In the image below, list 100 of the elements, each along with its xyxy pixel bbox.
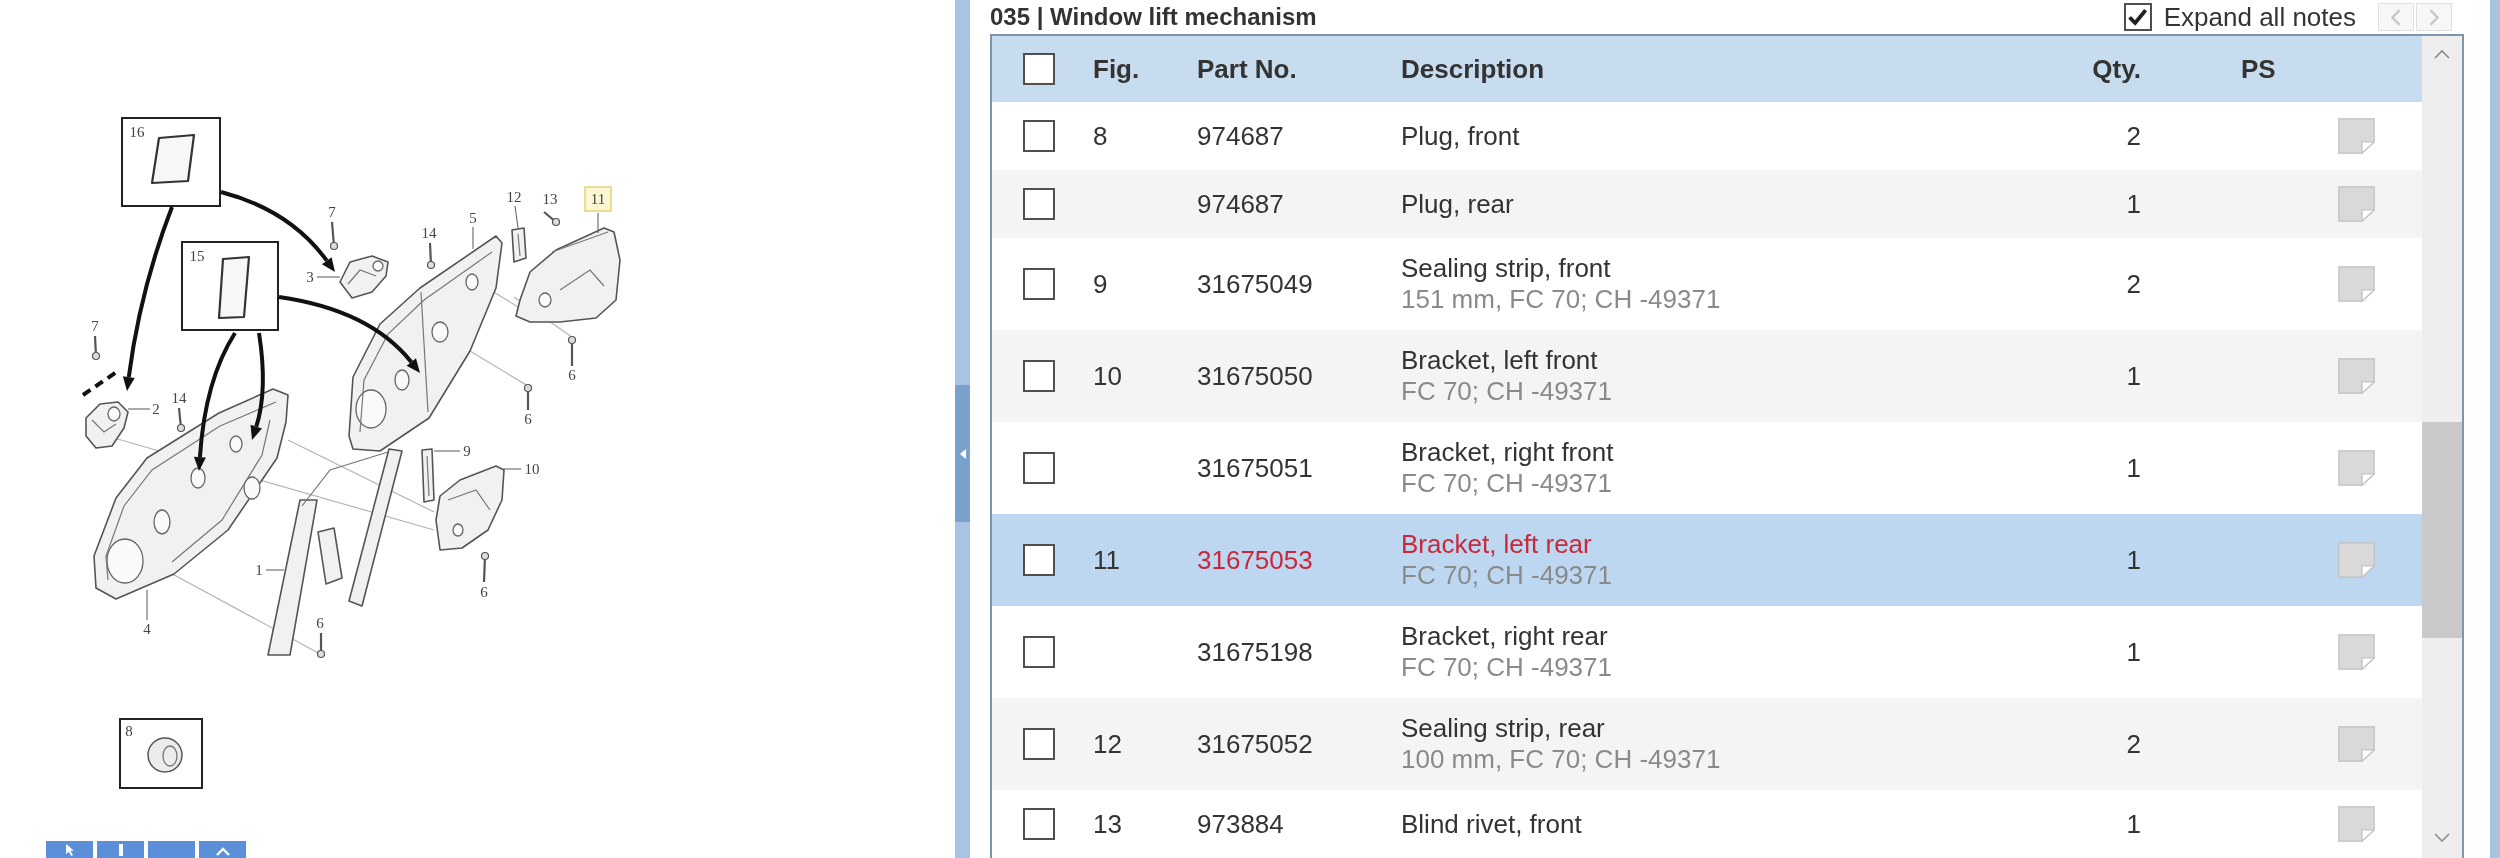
row-checkbox[interactable]: [1023, 636, 1055, 668]
checkmark-icon: [2128, 7, 2148, 27]
bracket: [339, 255, 389, 299]
callout-label: 11: [584, 186, 612, 212]
callout-label: 13: [542, 191, 558, 207]
quantity: 1: [2126, 636, 2141, 668]
part-remark: 100 mm, FC 70; CH -49371: [1401, 744, 1721, 775]
note-icon[interactable]: [2337, 806, 2375, 842]
collapse-handle[interactable]: [955, 385, 970, 522]
sealing-strip: [511, 227, 527, 263]
part-description: Bracket, right rear: [1401, 621, 1608, 652]
part-description: Plug, front: [1401, 120, 1520, 152]
screw: [567, 335, 577, 366]
table-row[interactable]: 11 31675053 Bracket, left rear FC 70; CH -49371 1: [992, 514, 2422, 606]
part-number: 31675052: [1197, 728, 1313, 760]
toolbar-button[interactable]: [199, 841, 246, 858]
table-row[interactable]: 12 31675052 Sealing strip, rear 100 mm, FC 70; CH -49371 2: [992, 698, 2422, 790]
note-icon[interactable]: [2337, 542, 2375, 578]
note-icon[interactable]: [2337, 634, 2375, 670]
row-checkbox[interactable]: [1023, 268, 1055, 300]
row-checkbox[interactable]: [1023, 360, 1055, 392]
chevron-down-icon[interactable]: [2434, 833, 2450, 842]
screw: [329, 221, 339, 251]
part-number: 31675198: [1197, 636, 1313, 668]
glass-pane: [217, 255, 251, 320]
note-icon[interactable]: [2337, 266, 2375, 302]
figure-number: 10: [1093, 360, 1122, 392]
table-row[interactable]: 10 31675050 Bracket, left front FC 70; CH -49371 1: [992, 330, 2422, 422]
leader-line: [502, 468, 522, 470]
pointer-icon: [65, 844, 74, 856]
note-icon[interactable]: [2337, 358, 2375, 394]
leader-line: [127, 408, 151, 410]
callout-label: 8: [125, 723, 133, 739]
callout-label: 9: [463, 443, 471, 459]
scrollbar-thumb[interactable]: [2422, 422, 2462, 638]
callout-label: 15: [189, 248, 205, 264]
expand-notes-label[interactable]: Expand all notes: [2163, 1, 2356, 33]
expand-notes-checkbox[interactable]: [2123, 3, 2152, 31]
quantity: 1: [2126, 544, 2141, 576]
chevron-up-icon[interactable]: [2434, 50, 2450, 59]
row-checkbox[interactable]: [1023, 120, 1055, 152]
callout-label: 2: [152, 401, 160, 417]
table-row[interactable]: 974687 Plug, rear 1: [992, 170, 2422, 238]
screw: [523, 383, 533, 410]
leader-line: [316, 276, 341, 278]
callout-label: 7: [91, 318, 99, 334]
figure-number: 12: [1093, 728, 1122, 760]
grommet: [147, 737, 183, 773]
leader-line: [472, 226, 474, 250]
row-checkbox[interactable]: [1023, 808, 1055, 840]
callout-label: 6: [524, 411, 532, 427]
quantity: 1: [2126, 452, 2141, 484]
sealing-strip: [421, 448, 435, 503]
row-checkbox[interactable]: [1023, 452, 1055, 484]
callout-label: 6: [480, 584, 488, 600]
column-header: Description: [1401, 53, 1545, 85]
screw: [316, 633, 326, 659]
part-description: Plug, rear: [1401, 188, 1514, 220]
row-checkbox[interactable]: [1023, 544, 1055, 576]
quantity: 1: [2126, 808, 2141, 840]
chevron-up-icon: [215, 847, 230, 856]
note-icon[interactable]: [2337, 726, 2375, 762]
part-remark: FC 70; CH -49371: [1401, 652, 1612, 683]
chevron-left-icon: [2391, 8, 2401, 26]
callout-label: 6: [316, 615, 324, 631]
handle-bracket: [85, 401, 129, 449]
note-icon[interactable]: [2337, 186, 2375, 222]
row-checkbox[interactable]: [1023, 188, 1055, 220]
part-number: 31675050: [1197, 360, 1313, 392]
part-description: Sealing strip, front: [1401, 253, 1611, 284]
scrollbar[interactable]: [2422, 36, 2462, 858]
callout-label: 14: [421, 225, 437, 241]
part-description: Bracket, left rear: [1401, 529, 1592, 560]
part-number: 973884: [1197, 808, 1284, 840]
callout-label: 7: [328, 204, 336, 220]
note-icon[interactable]: [2337, 118, 2375, 154]
callout-label: 6: [568, 367, 576, 383]
screw: [176, 407, 186, 433]
splitter-bar[interactable]: [955, 0, 970, 858]
callout-label: 16: [129, 124, 145, 140]
toolbar-button[interactable]: [46, 841, 93, 858]
callout-label: 12: [506, 189, 522, 205]
toolbar-button[interactable]: [97, 841, 144, 858]
triangle-left-icon: [959, 448, 966, 459]
part-description: Blind rivet, front: [1401, 808, 1582, 840]
column-header: Qty.: [2092, 53, 2141, 85]
note-icon[interactable]: [2337, 450, 2375, 486]
row-checkbox[interactable]: [1023, 728, 1055, 760]
callout-label: 3: [306, 269, 314, 285]
part-number: 31675049: [1197, 268, 1313, 300]
leader-line: [514, 205, 519, 229]
part-number: 31675053: [1197, 544, 1313, 576]
figure-number: 9: [1093, 268, 1108, 300]
part-number: 31675051: [1197, 452, 1313, 484]
select-all-checkbox[interactable]: [1023, 53, 1055, 85]
quantity: 2: [2126, 120, 2141, 152]
part-remark: FC 70; CH -49371: [1401, 376, 1612, 407]
leader-line: [433, 450, 461, 452]
quantity: 1: [2126, 360, 2141, 392]
quantity: 2: [2126, 728, 2141, 760]
